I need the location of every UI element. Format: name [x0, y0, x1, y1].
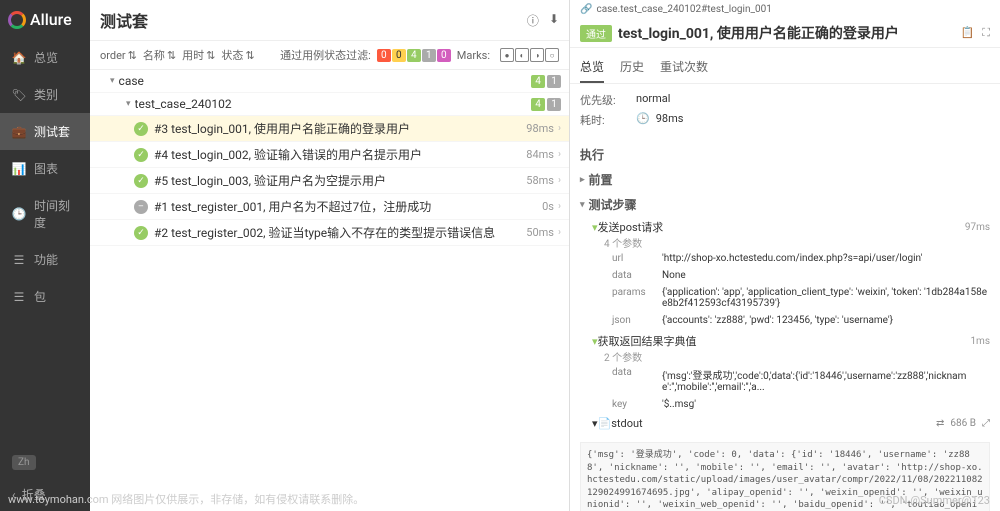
breadcrumb: 🔗 case.test_case_240102#test_login_001 — [570, 0, 1000, 19]
sidebar: Allure 🏠总览 🏷类别 💼测试套 📊图表 🕒时间刻度 ☰功能 ☰包 Zh … — [0, 0, 90, 511]
test-row[interactable]: ✓ #5 test_login_003, 验证用户名为空提示用户 58ms › — [90, 168, 569, 194]
status-skip-icon: – — [134, 200, 148, 214]
filter-bar: order ⇅ 名称 ⇅ 用时 ⇅ 状态 ⇅ 通过用例状态过滤: 0 0 4 1… — [90, 41, 569, 70]
test-row[interactable]: ✓ #3 test_login_001, 使用用户名能正确的登录用户 98ms … — [90, 116, 569, 142]
test-title: test_login_001, 使用用户名能正确的登录用户 — [618, 23, 899, 43]
exec-header: 执行 — [580, 142, 990, 167]
mark-flaky[interactable]: ● — [500, 48, 514, 62]
marks-label: Marks: — [457, 49, 490, 62]
expand-icon[interactable]: ⤢ — [982, 418, 990, 429]
mark-retry[interactable]: ◑ — [530, 48, 544, 62]
link-icon: 🔗 — [580, 4, 592, 15]
nav-timeline[interactable]: 🕒时间刻度 — [0, 187, 90, 241]
nav-graphs[interactable]: 📊图表 — [0, 150, 90, 187]
status-pass-icon: ✓ — [134, 226, 148, 240]
copy-icon[interactable]: 📋 — [961, 26, 975, 40]
middle-panel: 测试套 ⓘ ⬇ order ⇅ 名称 ⇅ 用时 ⇅ 状态 ⇅ 通过用例状态过滤:… — [90, 0, 570, 511]
nav-packages[interactable]: ☰包 — [0, 278, 90, 315]
logo-text: Allure — [30, 10, 72, 29]
status-filter-pills: 0 0 4 1 0 — [377, 49, 451, 62]
nav: 🏠总览 🏷类别 💼测试套 📊图表 🕒时间刻度 ☰功能 ☰包 — [0, 39, 90, 446]
info-icon[interactable]: ⓘ — [527, 12, 539, 29]
pill-passed[interactable]: 4 — [407, 49, 421, 62]
middle-title: 测试套 — [100, 8, 148, 32]
sidebar-bottom: Zh — [0, 446, 90, 478]
watermark: www.toymohan.com 网络图片仅供展示，非存储，如有侵权请联系删除。 — [8, 491, 364, 507]
pkg-icon: ☰ — [12, 290, 26, 304]
caret-down-icon: ▾ — [580, 200, 585, 210]
stdout-attachment[interactable]: ▾ 📄 stdout ⇄ 686 B ⤢ — [580, 415, 990, 432]
clock-icon: 🕒 — [636, 112, 650, 128]
sort-duration[interactable]: 用时 ⇅ — [182, 47, 215, 63]
status-badge: 通过 — [580, 25, 612, 42]
pill-failed[interactable]: 0 — [377, 49, 391, 62]
sort-icon: ⇅ — [167, 49, 176, 62]
detail-title-row: 通过 test_login_001, 使用用户名能正确的登录用户 📋 ⛶ — [570, 19, 1000, 48]
chevron-right-icon: › — [558, 227, 561, 238]
tab-history[interactable]: 历史 — [620, 52, 644, 83]
suitcase-icon: 💼 — [12, 125, 26, 139]
clock-icon: 🕒 — [12, 207, 26, 221]
home-icon: 🏠 — [12, 51, 26, 65]
test-row[interactable]: – #1 test_register_001, 用户名为不超过7位，注册成功 0… — [90, 194, 569, 220]
tag-icon: 🏷 — [12, 88, 26, 102]
sort-icon: ⇅ — [206, 49, 215, 62]
caret-right-icon: ▸ — [580, 175, 585, 185]
test-row[interactable]: ✓ #2 test_register_002, 验证当type输入不存在的类型提… — [90, 220, 569, 246]
step[interactable]: ▾ 获取返回结果字典值 1ms 2 个参数 data{'msg':'登录成功',… — [580, 331, 990, 415]
detail-tabs: 总览 历史 重试次数 — [570, 48, 1000, 84]
nav-categories[interactable]: 🏷类别 — [0, 76, 90, 113]
caret-down-icon: ▾ — [110, 76, 115, 86]
footer-credit: CSDN @Summer@123 — [879, 494, 990, 507]
sort-order[interactable]: order ⇅ — [100, 49, 137, 62]
detail-panel: 🔗 case.test_case_240102#test_login_001 通… — [570, 0, 1000, 511]
tab-retries[interactable]: 重试次数 — [660, 52, 708, 83]
mark-other[interactable]: ○ — [545, 48, 559, 62]
sort-icon: ⇅ — [128, 49, 137, 62]
chart-icon: 📊 — [12, 162, 26, 176]
sort-icon: ⇅ — [245, 49, 254, 62]
pill-broken[interactable]: 0 — [392, 49, 406, 62]
allure-logo-icon — [8, 11, 26, 29]
chevron-right-icon: › — [558, 149, 561, 160]
filter-label: 通过用例状态过滤: — [280, 47, 371, 63]
list-icon: ☰ — [12, 253, 26, 267]
tree-group-case[interactable]: ▾ case 41 — [90, 70, 569, 93]
nav-behaviors[interactable]: ☰功能 — [0, 241, 90, 278]
download-icon[interactable]: ⬇ — [549, 12, 559, 29]
status-pass-icon: ✓ — [134, 174, 148, 188]
fullscreen-icon[interactable]: ⛶ — [982, 26, 990, 40]
chevron-right-icon: › — [558, 123, 561, 134]
mark-new[interactable]: ◐ — [515, 48, 529, 62]
tree-group-suite[interactable]: ▾ test_case_240102 41 — [90, 93, 569, 116]
pill-unknown[interactable]: 0 — [437, 49, 451, 62]
language-selector[interactable]: Zh — [12, 455, 36, 470]
logo: Allure — [0, 0, 90, 39]
pill-skipped[interactable]: 1 — [422, 49, 436, 62]
steps-header[interactable]: ▾测试步骤 — [580, 192, 990, 217]
status-pass-icon: ✓ — [134, 148, 148, 162]
pre-header[interactable]: ▸前置 — [580, 167, 990, 192]
sort-name[interactable]: 名称 ⇅ — [143, 47, 176, 63]
tab-overview[interactable]: 总览 — [580, 52, 604, 83]
step[interactable]: ▾ 发送post请求 97ms 4 个参数 url'http://shop-xo… — [580, 217, 990, 331]
caret-down-icon: ▾ — [126, 99, 131, 109]
sort-status[interactable]: 状态 ⇅ — [221, 47, 254, 63]
nav-suites[interactable]: 💼测试套 — [0, 113, 90, 150]
middle-header: 测试套 ⓘ ⬇ — [90, 0, 569, 41]
test-tree: ▾ case 41 ▾ test_case_240102 41 ✓ #3 tes… — [90, 70, 569, 511]
exchange-icon[interactable]: ⇄ — [936, 418, 944, 429]
file-icon: 📄 — [598, 417, 612, 430]
test-row[interactable]: ✓ #4 test_login_002, 验证输入错误的用户名提示用户 84ms… — [90, 142, 569, 168]
chevron-right-icon: › — [558, 175, 561, 186]
nav-overview[interactable]: 🏠总览 — [0, 39, 90, 76]
status-pass-icon: ✓ — [134, 122, 148, 136]
chevron-right-icon: › — [558, 201, 561, 212]
